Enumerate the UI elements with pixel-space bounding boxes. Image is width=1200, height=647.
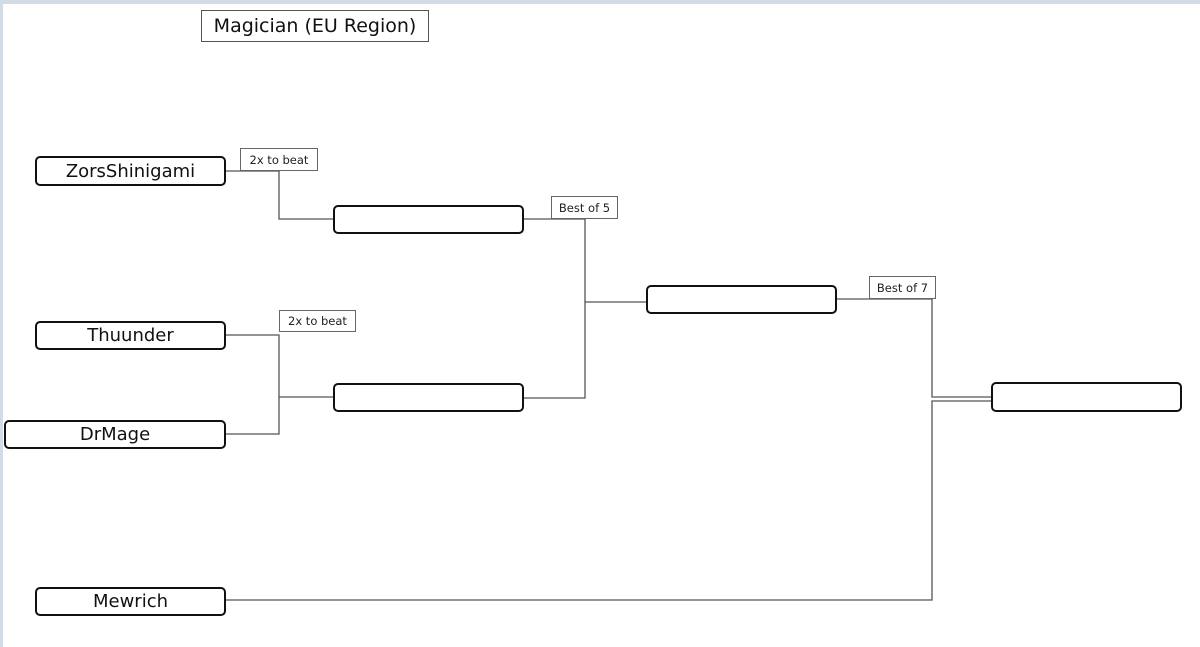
- winner-slot-champion: [991, 382, 1182, 412]
- winner-slot-round2-top: [333, 205, 524, 234]
- connector-r2-top: [524, 218, 586, 399]
- player-slot-drmage: DrMage: [4, 420, 226, 449]
- winner-slot-round3: [646, 285, 837, 314]
- connector-zors: [225, 170, 333, 220]
- match-label-final: Best of 7: [869, 276, 936, 299]
- player-slot-mewrich: Mewrich: [35, 587, 226, 616]
- connector-thuunder: [225, 334, 280, 435]
- connector-r3: [836, 298, 991, 398]
- match-label-round1-bottom: 2x to beat: [279, 310, 356, 332]
- page-title: Magician (EU Region): [201, 10, 429, 42]
- match-label-semifinal: Best of 5: [551, 196, 618, 219]
- player-slot-thuunder: Thuunder: [35, 321, 226, 350]
- connector-mewrich: [225, 400, 991, 601]
- winner-slot-round2-bottom: [333, 383, 524, 412]
- player-slot-zorsshinigami: ZorsShinigami: [35, 156, 226, 186]
- match-label-round1-top: 2x to beat: [240, 148, 318, 171]
